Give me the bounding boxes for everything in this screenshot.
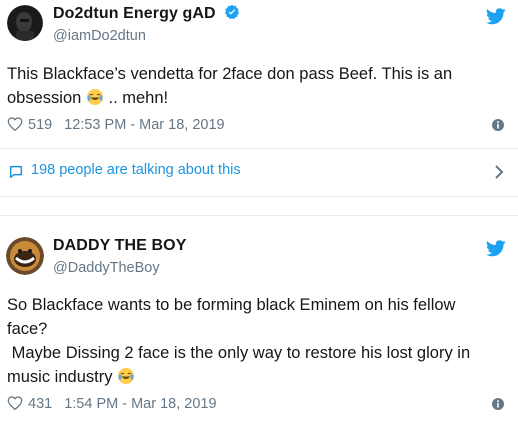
like-count[interactable]: 519: [28, 117, 52, 133]
conversation-label[interactable]: 198 people are talking about this: [31, 162, 241, 178]
timestamp[interactable]: 1:54 PM - Mar 18, 2019: [64, 396, 216, 412]
author-handle[interactable]: @iamDo2dtun: [53, 28, 146, 44]
author-name[interactable]: Do2dtun Energy gAD: [53, 4, 240, 23]
twitter-bird-icon[interactable]: [486, 8, 506, 25]
comment-bubble-icon: [9, 165, 23, 179]
author-name[interactable]: DADDY THE BOY: [53, 237, 186, 255]
tweet-text: So Blackface wants to be forming black E…: [7, 293, 515, 389]
tweet-text-fragment: .. mehn!: [108, 89, 169, 107]
tweet-text-line: So Blackface wants to be forming black E…: [7, 296, 456, 314]
heart-icon[interactable]: [7, 117, 23, 131]
tweet-card-2: DADDY THE BOY @DaddyTheBoy So Blackface …: [0, 215, 518, 427]
author-name-text[interactable]: Do2dtun Energy gAD: [53, 5, 216, 22]
verified-badge-icon: [225, 4, 240, 20]
tweet-meta: 431 1:54 PM - Mar 18, 2019: [7, 396, 217, 412]
tweet-text-line: obsession .. mehn!: [7, 86, 512, 110]
tweet-text-line: This Blackface’s vendetta for 2face don …: [7, 65, 453, 83]
timestamp[interactable]: 12:53 PM - Mar 18, 2019: [64, 117, 224, 133]
avatar[interactable]: [7, 5, 43, 41]
info-icon[interactable]: [492, 119, 504, 131]
chevron-right-icon[interactable]: [494, 164, 504, 180]
like-count[interactable]: 431: [28, 396, 52, 412]
laughing-emoji-icon: [86, 89, 103, 105]
tweet-text-fragment: music industry: [7, 368, 113, 386]
tweet-meta: 519 12:53 PM - Mar 18, 2019: [7, 117, 225, 133]
tweet-text: This Blackface’s vendetta for 2face don …: [7, 62, 512, 110]
author-handle[interactable]: @DaddyTheBoy: [53, 260, 160, 276]
info-icon[interactable]: [492, 398, 504, 410]
heart-icon[interactable]: [7, 396, 23, 410]
twitter-bird-icon[interactable]: [486, 240, 506, 257]
tweet-text-line: face?: [7, 320, 48, 338]
laughing-emoji-icon: [118, 368, 135, 384]
avatar[interactable]: [6, 237, 44, 275]
conversation-link[interactable]: 198 people are talking about this: [0, 148, 518, 195]
tweet-text-fragment: obsession: [7, 89, 82, 107]
tweet-text-line: Maybe Dissing 2 face is the only way to …: [7, 344, 471, 362]
tweet-text-line: music industry: [7, 365, 515, 389]
tweet-card-1: Do2dtun Energy gAD @iamDo2dtun This Blac…: [0, 0, 518, 197]
